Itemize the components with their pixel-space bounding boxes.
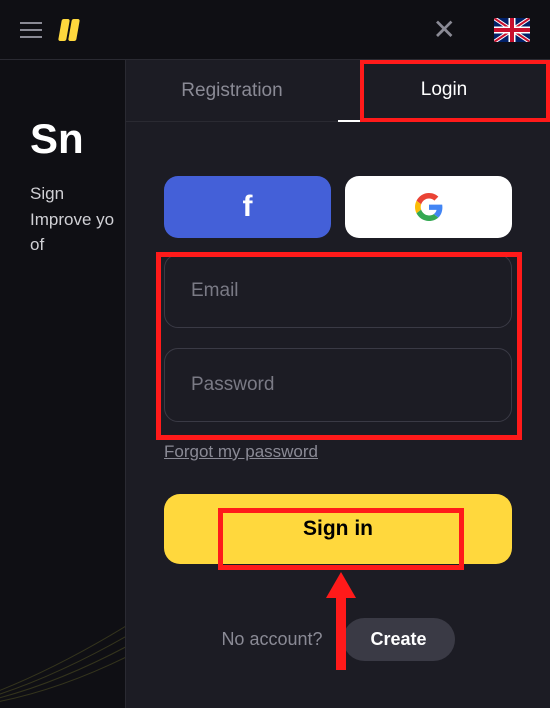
auth-tabs: Registration Login [126,60,550,122]
menu-icon[interactable] [20,22,42,38]
google-icon [415,193,443,221]
social-buttons: f [164,176,512,238]
header-right: ✕ [433,16,530,44]
login-panel: Registration Login f Forgot my password … [125,60,550,708]
email-field[interactable] [164,254,512,328]
panel-body: f Forgot my password Sign in No account?… [126,122,550,661]
app-logo[interactable] [58,19,84,41]
create-account-row: No account? Create [164,618,512,661]
facebook-login-button[interactable]: f [164,176,331,238]
tab-registration[interactable]: Registration [126,60,338,122]
password-field[interactable] [164,348,512,422]
tab-login[interactable]: Login [338,60,550,122]
header-left [20,19,82,41]
forgot-password-link[interactable]: Forgot my password [164,442,318,462]
facebook-icon: f [243,190,253,224]
input-fields [164,254,512,422]
language-flag-icon[interactable] [494,18,530,42]
signin-button[interactable]: Sign in [164,494,512,564]
google-login-button[interactable] [345,176,512,238]
app-header: ✕ [0,0,550,60]
close-icon[interactable]: ✕ [433,16,456,44]
create-account-button[interactable]: Create [343,618,455,661]
no-account-text: No account? [221,629,322,650]
